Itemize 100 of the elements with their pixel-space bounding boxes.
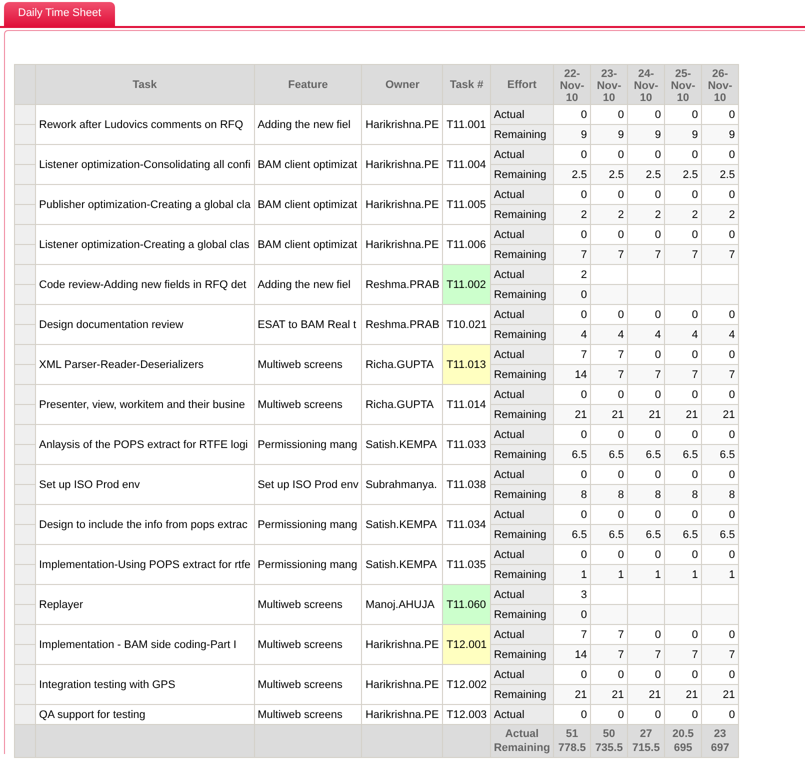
table-cell: Manoj.AHUJA [362,584,443,624]
row-selector[interactable] [14,624,36,644]
row-selector[interactable] [14,464,36,484]
table-cell: Actual [490,424,554,444]
table-cell: T11.034 [442,504,490,544]
table-cell: T11.033 [442,424,490,464]
row-selector[interactable] [14,504,36,524]
row-selector[interactable] [14,144,36,164]
footer-cell: 51 778.5 [554,724,591,758]
table-cell: 0 [628,424,665,444]
table-cell: 0 [664,304,702,324]
column-header[interactable]: Feature [254,64,362,104]
footer-cell: 23 697 [702,724,739,758]
table-cell [590,264,628,284]
column-header[interactable]: Owner [362,64,443,104]
table-cell: 7 [590,624,628,644]
row-selector[interactable] [14,304,36,324]
row-selector[interactable] [14,684,36,704]
row-selector[interactable] [14,664,36,684]
table-cell: 0 [664,624,702,644]
table-cell: 7 [628,364,665,384]
table-cell: Set up ISO Prod env [254,464,362,504]
table-cell: Design documentation review [36,304,254,344]
table-cell: 4 [664,324,702,344]
column-header[interactable]: Task [36,64,254,104]
table-cell: Listener optimization-Consolidating all confi [36,144,254,184]
row-selector[interactable] [14,284,36,304]
row-selector[interactable] [14,604,36,624]
table-cell: Harikrishna.PE [362,184,443,224]
table-cell: Design to include the info from pops extrac [36,504,254,544]
table-cell: 2 [628,204,665,224]
table-cell: Satish.KEMPA [362,544,443,584]
column-header[interactable]: 22-Nov-10 [554,64,591,104]
row-selector[interactable] [14,324,36,344]
table-cell: 0 [702,224,739,244]
row-selector[interactable] [14,524,36,544]
row-selector[interactable] [14,424,36,444]
column-header[interactable]: 25-Nov-10 [664,64,702,104]
table-cell: Remaining [490,684,554,704]
table-cell: T11.013 [442,344,490,384]
table-cell: 0 [664,144,702,164]
row-selector[interactable] [14,244,36,264]
table-cell: 0 [664,224,702,244]
table-cell: Harikrishna.PE [362,704,443,724]
table-cell: 0 [590,704,628,724]
row-selector[interactable] [14,364,36,384]
table-cell: 0 [554,104,591,124]
table-cell: 6.5 [628,524,665,544]
footer-cell: 20.5 695 [664,724,702,758]
column-header[interactable]: 26-Nov-10 [702,64,739,104]
row-selector[interactable] [14,344,36,364]
table-cell: 4 [628,324,665,344]
row-selector[interactable] [14,404,36,424]
column-header[interactable]: Task # [442,64,490,104]
tab[interactable]: Daily Time Sheet [4,2,116,26]
table-cell: Adding the new fiel [254,264,362,304]
table-cell: Actual [490,184,554,204]
row-selector[interactable] [14,104,36,124]
row-selector[interactable] [14,544,36,564]
table-cell: 21 [702,684,739,704]
column-header[interactable]: Effort [490,64,554,104]
column-header[interactable]: 23-Nov-10 [590,64,628,104]
table-cell: Harikrishna.PE [362,104,443,144]
table-cell: Satish.KEMPA [362,504,443,544]
table-cell: 4 [554,324,591,344]
table-cell: Actual [490,144,554,164]
table-cell: Rework after Ludovics comments on RFQ [36,104,254,144]
row-selector[interactable] [14,584,36,604]
table-cell: 2.5 [702,164,739,184]
row-selector[interactable] [14,444,36,464]
table-cell [664,584,702,604]
row-selector[interactable] [14,124,36,144]
row-selector[interactable] [14,224,36,244]
column-header[interactable]: 24-Nov-10 [628,64,665,104]
table-cell: Remaining [490,364,554,384]
table-cell: T11.005 [442,184,490,224]
row-selector[interactable] [14,184,36,204]
table-cell: Actual [490,264,554,284]
row-selector[interactable] [14,264,36,284]
table-cell: Remaining [490,324,554,344]
table-cell: 21 [702,404,739,424]
table-cell: 7 [590,364,628,384]
table-cell: 0 [664,104,702,124]
table-cell: 0 [554,384,591,404]
table-cell: 0 [702,144,739,164]
row-selector[interactable] [14,204,36,224]
table-cell: 6.5 [628,444,665,464]
table-cell: Actual [490,664,554,684]
row-selector[interactable] [14,164,36,184]
table-cell [702,264,739,284]
table-cell: 0 [664,344,702,364]
table-cell: 2 [554,204,591,224]
row-selector[interactable] [14,564,36,584]
table-cell: T12.003 [442,704,490,724]
row-selector[interactable] [14,384,36,404]
row-selector[interactable] [14,484,36,504]
row-selector[interactable] [14,704,36,724]
column-header [14,64,36,104]
table-cell: 0 [702,464,739,484]
row-selector[interactable] [14,644,36,664]
